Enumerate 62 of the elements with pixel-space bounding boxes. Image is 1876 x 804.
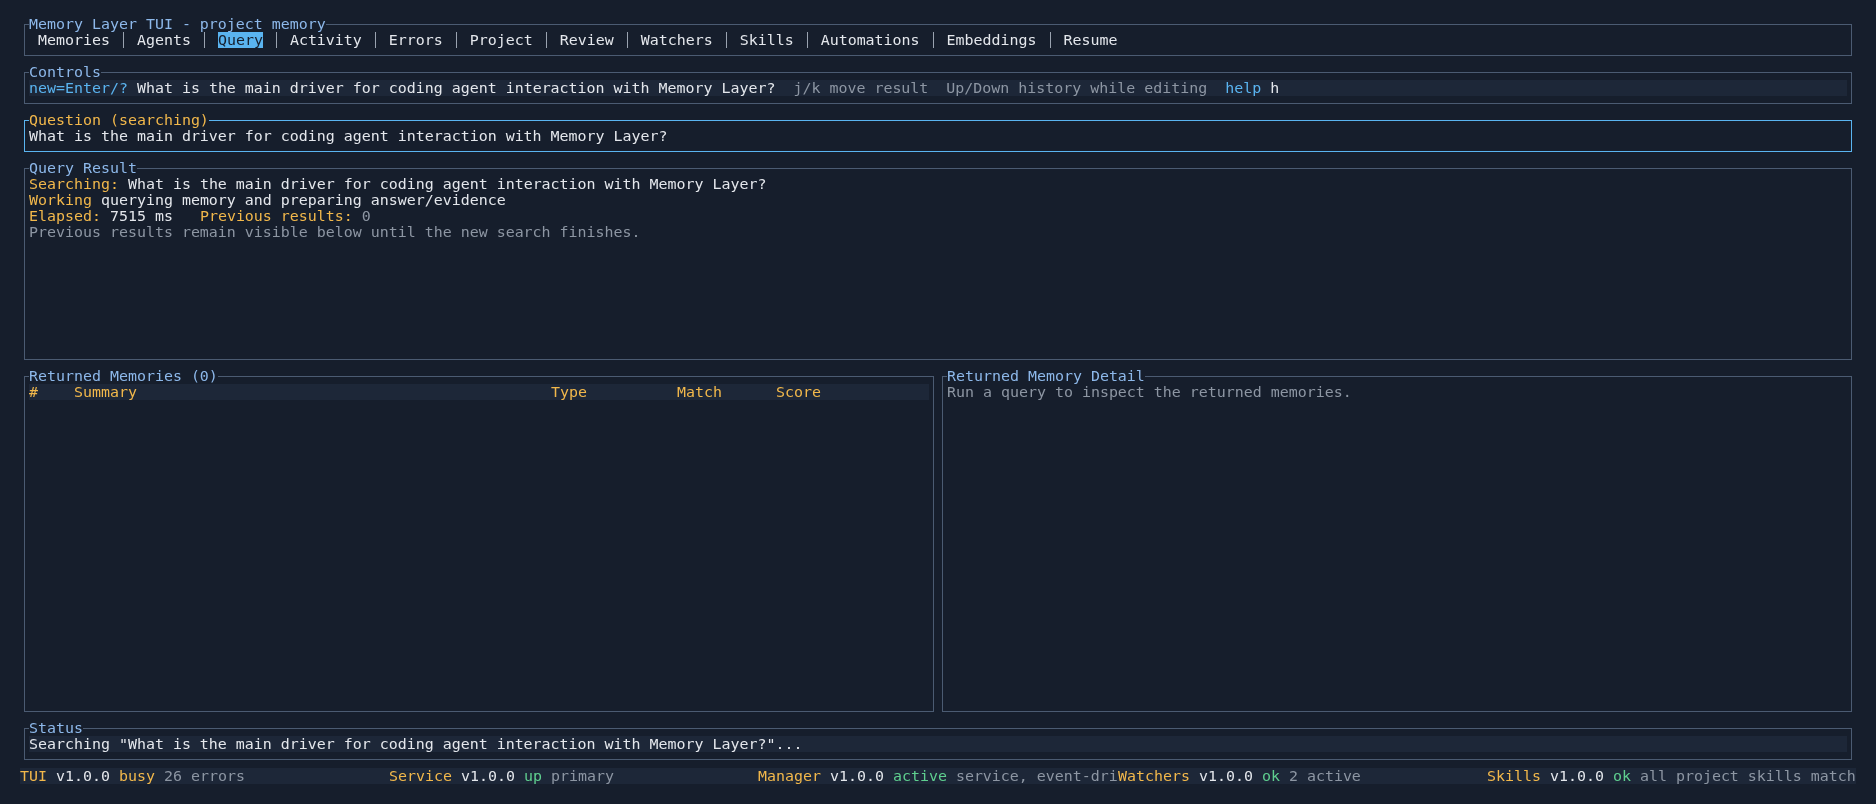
tab[interactable]: Activity xyxy=(289,32,362,48)
field-label: Searching: xyxy=(29,176,119,192)
panel-title: Returned Memory Detail xyxy=(947,368,1145,384)
detail-text: Run a query to inspect the returned memories. xyxy=(947,384,1353,400)
field-label: Previous results: xyxy=(199,208,353,224)
column-header: Score xyxy=(776,384,822,400)
shortcut-value: h xyxy=(1270,80,1280,96)
status-message: Searching "What is the main driver for coding agent interaction with Memory Layer?"... xyxy=(29,736,1847,752)
shortcut-value: What is the main driver for coding agent interaction with Memory Layer? xyxy=(136,80,776,96)
state-detail: primary xyxy=(550,768,614,784)
panel-title: Returned Memories (0) xyxy=(29,368,218,384)
hint-text: Up/Down history while editing xyxy=(946,80,1208,96)
column-header: Match xyxy=(677,384,723,400)
tab[interactable]: Memories xyxy=(38,32,110,48)
state-detail: 2 active xyxy=(1288,768,1361,784)
state-detail: all project skills match xyxy=(1639,768,1856,784)
tab[interactable]: Review xyxy=(559,32,614,48)
field-value: 7515 ms xyxy=(109,208,173,224)
question-input[interactable]: What is the main driver for coding agent interaction with Memory Layer? xyxy=(29,128,1847,144)
tab[interactable]: Agents xyxy=(136,32,191,48)
service-state: busy xyxy=(118,768,155,784)
shortcut-label: new=Enter/? xyxy=(29,80,128,96)
column-header: # xyxy=(29,384,39,400)
tab[interactable]: Automations xyxy=(820,32,920,48)
field-value: What is the main driver for coding agent interaction with Memory Layer? xyxy=(127,176,767,192)
tab[interactable]: Skills xyxy=(739,32,794,48)
shortcut-label: help xyxy=(1225,80,1262,96)
state-detail: service, event-dri xyxy=(955,768,1118,784)
version-text: v1.0.0 xyxy=(829,768,884,784)
panel-title: Question (searching) xyxy=(29,112,209,128)
version-text: v1.0.0 xyxy=(460,768,515,784)
service-name: Skills xyxy=(1487,768,1541,784)
service-state: up xyxy=(523,768,542,784)
tab[interactable]: Watchers xyxy=(640,32,713,48)
column-header: Type xyxy=(551,384,588,400)
panel-title: Controls xyxy=(29,64,101,80)
tab[interactable]: Resume xyxy=(1063,32,1118,48)
field-value: querying memory and preparing answer/evidence xyxy=(100,192,506,208)
window-title: Memory Layer TUI - project memory xyxy=(29,16,326,32)
service-name: Service xyxy=(389,768,452,784)
service-name: TUI xyxy=(20,768,47,784)
tab[interactable]: Errors xyxy=(388,32,443,48)
service-name: Watchers xyxy=(1118,768,1190,784)
version-text: v1.0.0 xyxy=(56,768,110,784)
tab[interactable]: Embeddings xyxy=(946,32,1037,48)
version-text: v1.0.0 xyxy=(1198,768,1253,784)
panel-title: Status xyxy=(29,720,83,736)
hint-text: j/k move result xyxy=(793,80,929,96)
column-header: Summary xyxy=(74,384,138,400)
muted-text: 0 xyxy=(361,208,371,224)
field-label: Working xyxy=(29,192,92,208)
service-state: ok xyxy=(1261,768,1280,784)
panel-title: Query Result xyxy=(29,160,137,176)
field-label: Elapsed: xyxy=(29,208,101,224)
service-state: active xyxy=(892,768,947,784)
version-text: v1.0.0 xyxy=(1549,768,1604,784)
muted-text: Previous results remain visible below until the new search finishes. xyxy=(29,224,641,240)
state-detail: 26 errors xyxy=(163,768,245,784)
tab[interactable]: Project xyxy=(469,32,533,48)
service-state: ok xyxy=(1612,768,1631,784)
service-name: Manager xyxy=(758,768,821,784)
tab[interactable]: Query xyxy=(217,32,263,48)
